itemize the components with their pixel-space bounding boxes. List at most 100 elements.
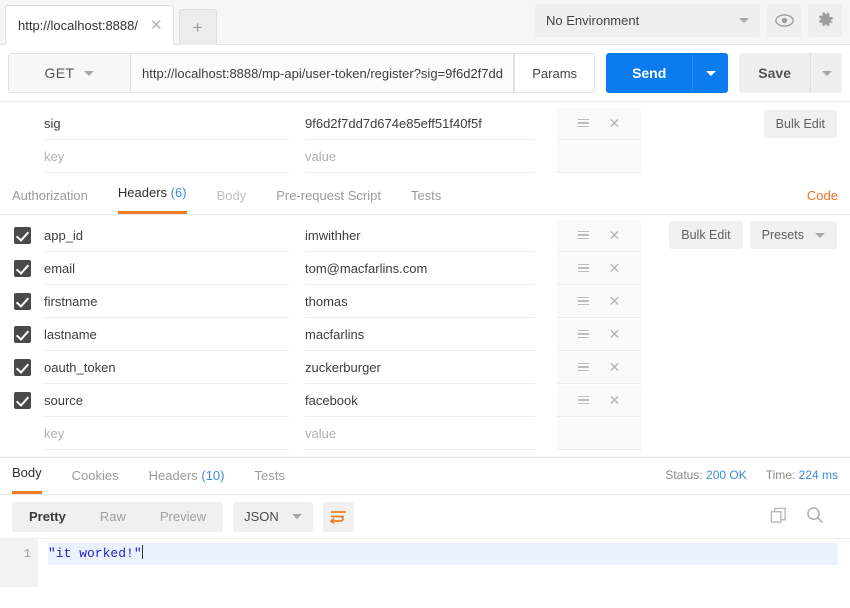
search-icon: [806, 506, 824, 524]
header-key-input[interactable]: app_id: [44, 220, 289, 252]
header-value-input[interactable]: macfarlins: [305, 319, 535, 351]
param-value-input-empty[interactable]: value: [305, 141, 535, 173]
settings-button[interactable]: [808, 4, 842, 37]
save-button[interactable]: Save: [739, 53, 810, 93]
tab-body[interactable]: Body: [217, 188, 247, 214]
response-body-text: "it worked!": [48, 546, 142, 561]
header-value-input[interactable]: thomas: [305, 286, 535, 318]
reorder-icon[interactable]: [578, 396, 589, 405]
table-row: key value: [0, 417, 850, 450]
reorder-icon[interactable]: [578, 297, 589, 306]
copy-button[interactable]: [770, 507, 787, 527]
tab-bar: http://localhost:8888/ ✕ + No Environmen…: [0, 0, 850, 45]
header-row-checkbox[interactable]: [10, 227, 44, 244]
response-tab-body[interactable]: Body: [12, 465, 42, 494]
reorder-icon[interactable]: [578, 363, 589, 372]
request-tab[interactable]: http://localhost:8888/ ✕: [5, 5, 174, 45]
environment-label: No Environment: [546, 13, 639, 28]
response-tab-headers-label: Headers: [149, 468, 198, 483]
reorder-icon[interactable]: [578, 231, 589, 240]
delete-row-icon[interactable]: ✕: [609, 116, 621, 130]
header-key-input[interactable]: oauth_token: [44, 352, 289, 384]
response-tab-cookies[interactable]: Cookies: [72, 468, 119, 494]
chevron-down-icon: [822, 71, 832, 76]
environment-selector[interactable]: No Environment: [535, 4, 760, 37]
response-body-viewer[interactable]: 1 "it worked!": [0, 539, 850, 587]
header-row-checkbox[interactable]: [10, 293, 44, 310]
header-key-input[interactable]: lastname: [44, 319, 289, 351]
header-value-input-empty[interactable]: value: [305, 418, 535, 450]
param-key-input[interactable]: sig: [44, 108, 289, 140]
checkbox-checked-icon: [14, 227, 31, 244]
header-value-input[interactable]: imwithher: [305, 220, 535, 252]
checkbox-checked-icon: [14, 260, 31, 277]
checkbox-checked-icon: [14, 293, 31, 310]
line-number: 1: [0, 543, 31, 565]
request-tabs: Authorization Headers (6) Body Pre-reque…: [0, 177, 850, 215]
delete-row-icon[interactable]: ✕: [609, 327, 621, 341]
view-mode-raw[interactable]: Raw: [83, 502, 143, 532]
search-button[interactable]: [806, 506, 824, 527]
save-options-button[interactable]: [810, 53, 842, 93]
checkbox-checked-icon: [14, 359, 31, 376]
send-options-button[interactable]: [692, 53, 728, 93]
header-value-input[interactable]: zuckerburger: [305, 352, 535, 384]
chevron-down-icon: [84, 71, 94, 76]
header-key-input-empty[interactable]: key: [44, 418, 289, 450]
close-icon[interactable]: ✕: [150, 18, 163, 33]
param-key-input-empty[interactable]: key: [44, 141, 289, 173]
header-row-checkbox[interactable]: [10, 260, 44, 277]
headers-presets-button[interactable]: Presets: [750, 221, 837, 249]
response-tab-body-label: Body: [12, 465, 42, 480]
status-badge: Status: 200 OK: [665, 468, 746, 482]
view-mode-pretty[interactable]: Pretty: [12, 502, 83, 532]
response-tab-headers-count: (10): [201, 468, 224, 483]
view-mode-preview[interactable]: Preview: [143, 502, 223, 532]
checkbox-checked-icon: [14, 392, 31, 409]
reorder-icon[interactable]: [578, 264, 589, 273]
tab-headers[interactable]: Headers (6): [118, 185, 187, 214]
url-input[interactable]: http://localhost:8888/mp-api/user-token/…: [130, 53, 514, 93]
request-tab-label: http://localhost:8888/: [18, 18, 138, 33]
response-format-selector[interactable]: JSON: [233, 502, 313, 532]
delete-row-icon[interactable]: ✕: [609, 228, 621, 242]
table-row: email tom@macfarlins.com ✕: [0, 252, 850, 285]
header-key-input[interactable]: source: [44, 385, 289, 417]
headers-bulk-edit-button[interactable]: Bulk Edit: [669, 221, 742, 249]
response-tab-tests[interactable]: Tests: [255, 468, 285, 494]
param-value-input[interactable]: 9f6d2f7dd7d674e85eff51f40f5f: [305, 108, 535, 140]
delete-row-icon[interactable]: ✕: [609, 294, 621, 308]
environment-quick-look-button[interactable]: [767, 4, 801, 37]
response-body-line-1: "it worked!": [48, 543, 838, 565]
header-row-actions: ✕: [557, 220, 641, 252]
code-link[interactable]: Code: [807, 188, 838, 214]
header-key-input[interactable]: firstname: [44, 286, 289, 318]
send-button[interactable]: Send: [606, 53, 692, 93]
response-body-code[interactable]: "it worked!": [38, 539, 850, 587]
word-wrap-button[interactable]: [323, 502, 354, 532]
reorder-icon[interactable]: [578, 330, 589, 339]
delete-row-icon[interactable]: ✕: [609, 360, 621, 374]
header-row-checkbox[interactable]: [10, 359, 44, 376]
chevron-down-icon: [706, 71, 716, 76]
tab-authorization[interactable]: Authorization: [12, 188, 88, 214]
header-value-input[interactable]: tom@macfarlins.com: [305, 253, 535, 285]
tab-tests[interactable]: Tests: [411, 188, 441, 214]
tab-body-label: Body: [217, 188, 247, 203]
response-tab-headers[interactable]: Headers (10): [149, 468, 225, 494]
header-key-input[interactable]: email: [44, 253, 289, 285]
response-tab-tests-label: Tests: [255, 468, 285, 483]
header-row-checkbox[interactable]: [10, 392, 44, 409]
time-badge: Time: 224 ms: [766, 468, 838, 482]
headers-table: app_id imwithher ✕ email tom@macfarlins.…: [0, 215, 850, 450]
header-row-checkbox[interactable]: [10, 326, 44, 343]
delete-row-icon[interactable]: ✕: [609, 393, 621, 407]
new-tab-button[interactable]: +: [179, 9, 217, 45]
http-method-selector[interactable]: GET: [8, 53, 130, 93]
params-bulk-edit-button[interactable]: Bulk Edit: [764, 110, 837, 138]
delete-row-icon[interactable]: ✕: [609, 261, 621, 275]
params-toggle-button[interactable]: Params: [514, 53, 595, 93]
header-value-input[interactable]: facebook: [305, 385, 535, 417]
reorder-icon[interactable]: [578, 119, 589, 128]
tab-pre-request-script[interactable]: Pre-request Script: [276, 188, 381, 214]
